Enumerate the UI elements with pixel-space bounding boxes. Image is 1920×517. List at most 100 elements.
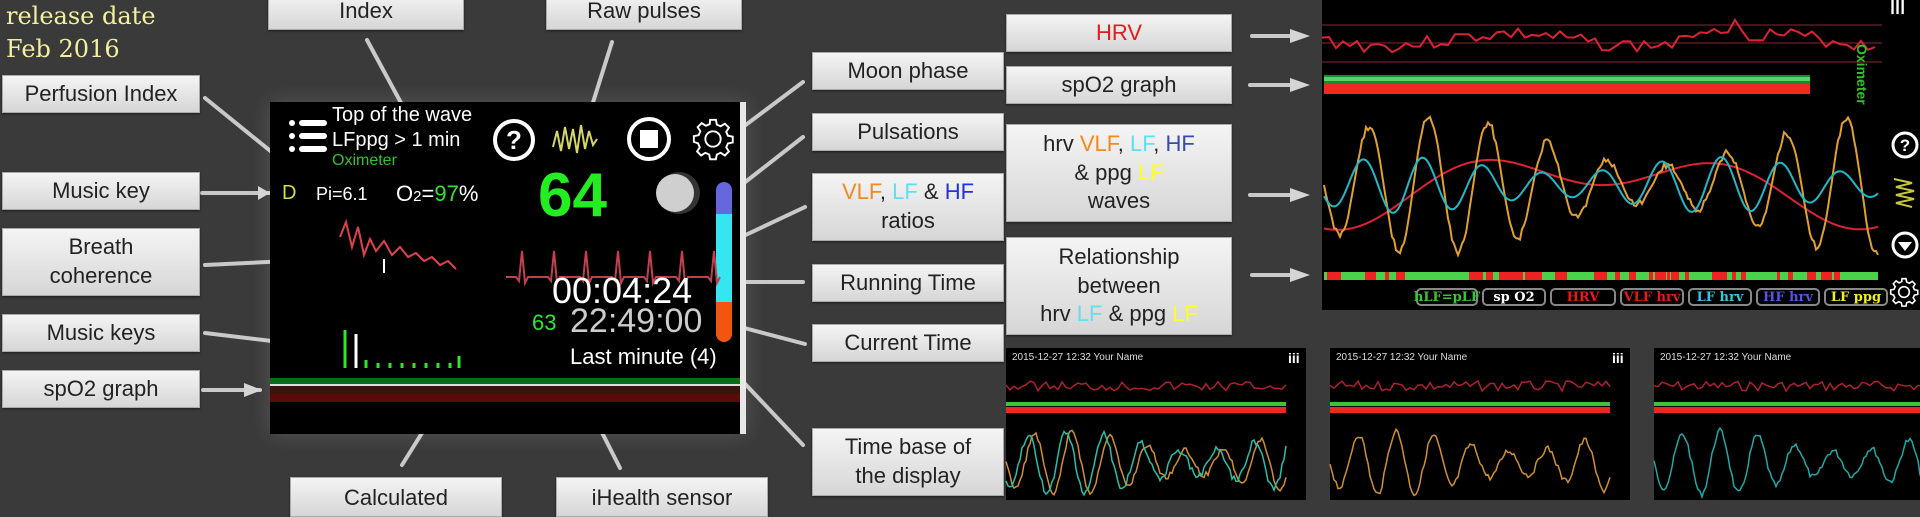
relationship-mark — [1615, 272, 1620, 280]
callout-current-time: Current Time — [812, 324, 1004, 362]
wave-mode-line1: Top of the wave — [332, 104, 473, 126]
svg-text:?: ? — [506, 125, 522, 155]
relationship-mark — [1486, 272, 1493, 280]
hrv-graph — [1321, 17, 1882, 63]
tab-hrv[interactable]: HRV — [1550, 288, 1616, 306]
callout-music-keys-text: Music keys — [46, 319, 156, 345]
ratios-lf: LF — [892, 179, 918, 205]
hrv-analysis-screen: Oximeter ||| hLF=pLF sp O2 HRV VLF hrv LF hr… — [1321, 0, 1920, 310]
callout-spo2-graph-right: spO2 graph — [1006, 66, 1232, 104]
waves-vlf: VLF — [1079, 131, 1118, 157]
wave-mode-line2: LFppg > 1 min — [332, 129, 461, 151]
relationship-mark — [1469, 272, 1474, 280]
thumbnail-screen[interactable]: 2015-12-27 12:32 Your Name iii — [1329, 348, 1630, 500]
relationship-mark — [1741, 272, 1746, 280]
callout-perfusion-index-text: Perfusion Index — [24, 80, 178, 106]
menu-icon[interactable] — [288, 118, 328, 154]
main-display-panel: Top of the wave LFppg > 1 min Oximeter ?… — [270, 102, 746, 434]
callout-calculated-text: Calculated — [344, 485, 448, 510]
callout-moon-phase: Moon phase — [812, 52, 1004, 90]
callout-pulsations: Pulsations — [812, 113, 1004, 151]
callout-music-key-text: Music key — [52, 177, 150, 203]
time-base: Last minute (4) — [570, 344, 717, 369]
callout-running-text: Running Time — [840, 269, 976, 295]
relationship-mark — [1712, 272, 1720, 280]
relationship-mark — [1555, 272, 1565, 280]
callout-calculated: Calculated — [290, 477, 502, 517]
relationship-mark — [1807, 272, 1812, 280]
relationship-mark — [1685, 272, 1689, 280]
spo2-prefix: O — [396, 181, 414, 206]
raw-pulses-icon[interactable] — [552, 119, 598, 159]
tab-sp-o2[interactable]: sp O2 — [1482, 288, 1546, 306]
tab-hlf-plf[interactable]: hLF=pLF — [1414, 288, 1480, 306]
relationship-mark — [1777, 272, 1780, 280]
relationship-mark — [1535, 272, 1542, 280]
relationship-mark — [1385, 272, 1389, 280]
moon-phase-icon — [656, 170, 702, 216]
callout-raw-pulses: Raw pulses — [546, 0, 742, 30]
relationship-mark — [1597, 272, 1607, 280]
callout-rel-line3: hrv LF & ppg LF — [1040, 300, 1198, 329]
waves-c2: , — [1153, 131, 1166, 157]
callout-rel-line1: Relationship — [1058, 244, 1180, 270]
settings-gear-icon[interactable] — [690, 116, 736, 162]
thumbnail-graph — [1653, 380, 1920, 500]
thumbnail-screen[interactable]: 2015-12-27 12:32 Your Name iii — [1005, 348, 1306, 500]
relationship-mark — [1525, 272, 1536, 280]
tab-lf-hrv[interactable]: LF hrv — [1688, 288, 1752, 306]
callout-breath-line2: coherence — [49, 263, 153, 288]
relationship-mark — [1649, 272, 1653, 280]
callout-raw-pulses-text: Raw pulses — [587, 0, 701, 23]
music-key-value: D — [282, 182, 297, 204]
relationship-mark — [1368, 272, 1376, 280]
ratios-comma: , — [879, 179, 893, 205]
relationship-mark — [1732, 272, 1736, 280]
waves-c1: , — [1117, 131, 1131, 157]
callout-timebase-line1: Time base of — [844, 434, 972, 460]
callout-breath-coherence: Breath coherence — [2, 228, 200, 296]
waves-hf: HF — [1165, 131, 1195, 157]
callout-index-text: Index — [339, 0, 393, 23]
callout-current-text: Current Time — [844, 329, 972, 355]
ratios-hf: HF — [944, 179, 975, 205]
thumbnail-header: 2015-12-27 12:32 Your Name — [1012, 352, 1144, 363]
waves-graph — [1323, 115, 1879, 258]
ratio-bar-lf — [716, 214, 732, 302]
tab-vlf-hrv[interactable]: VLF hrv — [1620, 288, 1684, 306]
ratio-bar — [716, 182, 732, 342]
callout-waves-line3: waves — [1087, 188, 1151, 214]
sensor-value: 63 — [532, 310, 557, 335]
waves-ppg-lf: LF — [1137, 159, 1164, 185]
callout-hrv-text: HRV — [1095, 19, 1143, 45]
stop-icon[interactable] — [626, 116, 672, 162]
relationship-mark — [1667, 272, 1670, 280]
callout-music-keys: Music keys — [2, 314, 200, 352]
callout-ihealth-sensor: iHealth sensor — [556, 477, 768, 517]
tab-lf-ppg[interactable]: LF ppg — [1824, 288, 1888, 306]
waves-lf: LF — [1130, 131, 1154, 157]
thumbnail-header: 2015-12-27 12:32 Your Name — [1660, 352, 1792, 363]
waves-ppg: & ppg — [1074, 159, 1138, 185]
relationship-mark — [1788, 272, 1793, 280]
relationship-bar — [1324, 272, 1878, 280]
menu-icon-right[interactable]: ||| — [1890, 0, 1905, 15]
heart-rate-value: 64 — [538, 161, 607, 230]
callout-breath-line1: Breath — [68, 234, 134, 260]
music-keys-graph — [343, 330, 461, 368]
callout-running-time: Running Time — [812, 264, 1004, 302]
thumbnail-menu-icon[interactable]: iii — [1612, 350, 1624, 366]
thumbnail-graph — [1329, 379, 1611, 497]
thumbnail-screen[interactable]: 2015-12-27 12:32 Your Name — [1653, 348, 1920, 500]
spo2-graph-bar — [270, 378, 740, 402]
callout-pulsations-text: Pulsations — [857, 118, 959, 144]
thumbnail-menu-icon[interactable]: iii — [1288, 350, 1300, 366]
relationship-mark — [1334, 272, 1337, 280]
callout-music-key: Music key — [2, 172, 200, 210]
relationship-mark — [1507, 272, 1515, 280]
tab-hf-hrv[interactable]: HF hrv — [1756, 288, 1820, 306]
callout-ratios: VLF, LF & HF ratios — [812, 173, 1004, 241]
help-icon[interactable]: ? — [492, 118, 536, 162]
ratios-amp: & — [917, 179, 945, 205]
callout-spo2-graph-left: spO2 graph — [2, 370, 200, 408]
